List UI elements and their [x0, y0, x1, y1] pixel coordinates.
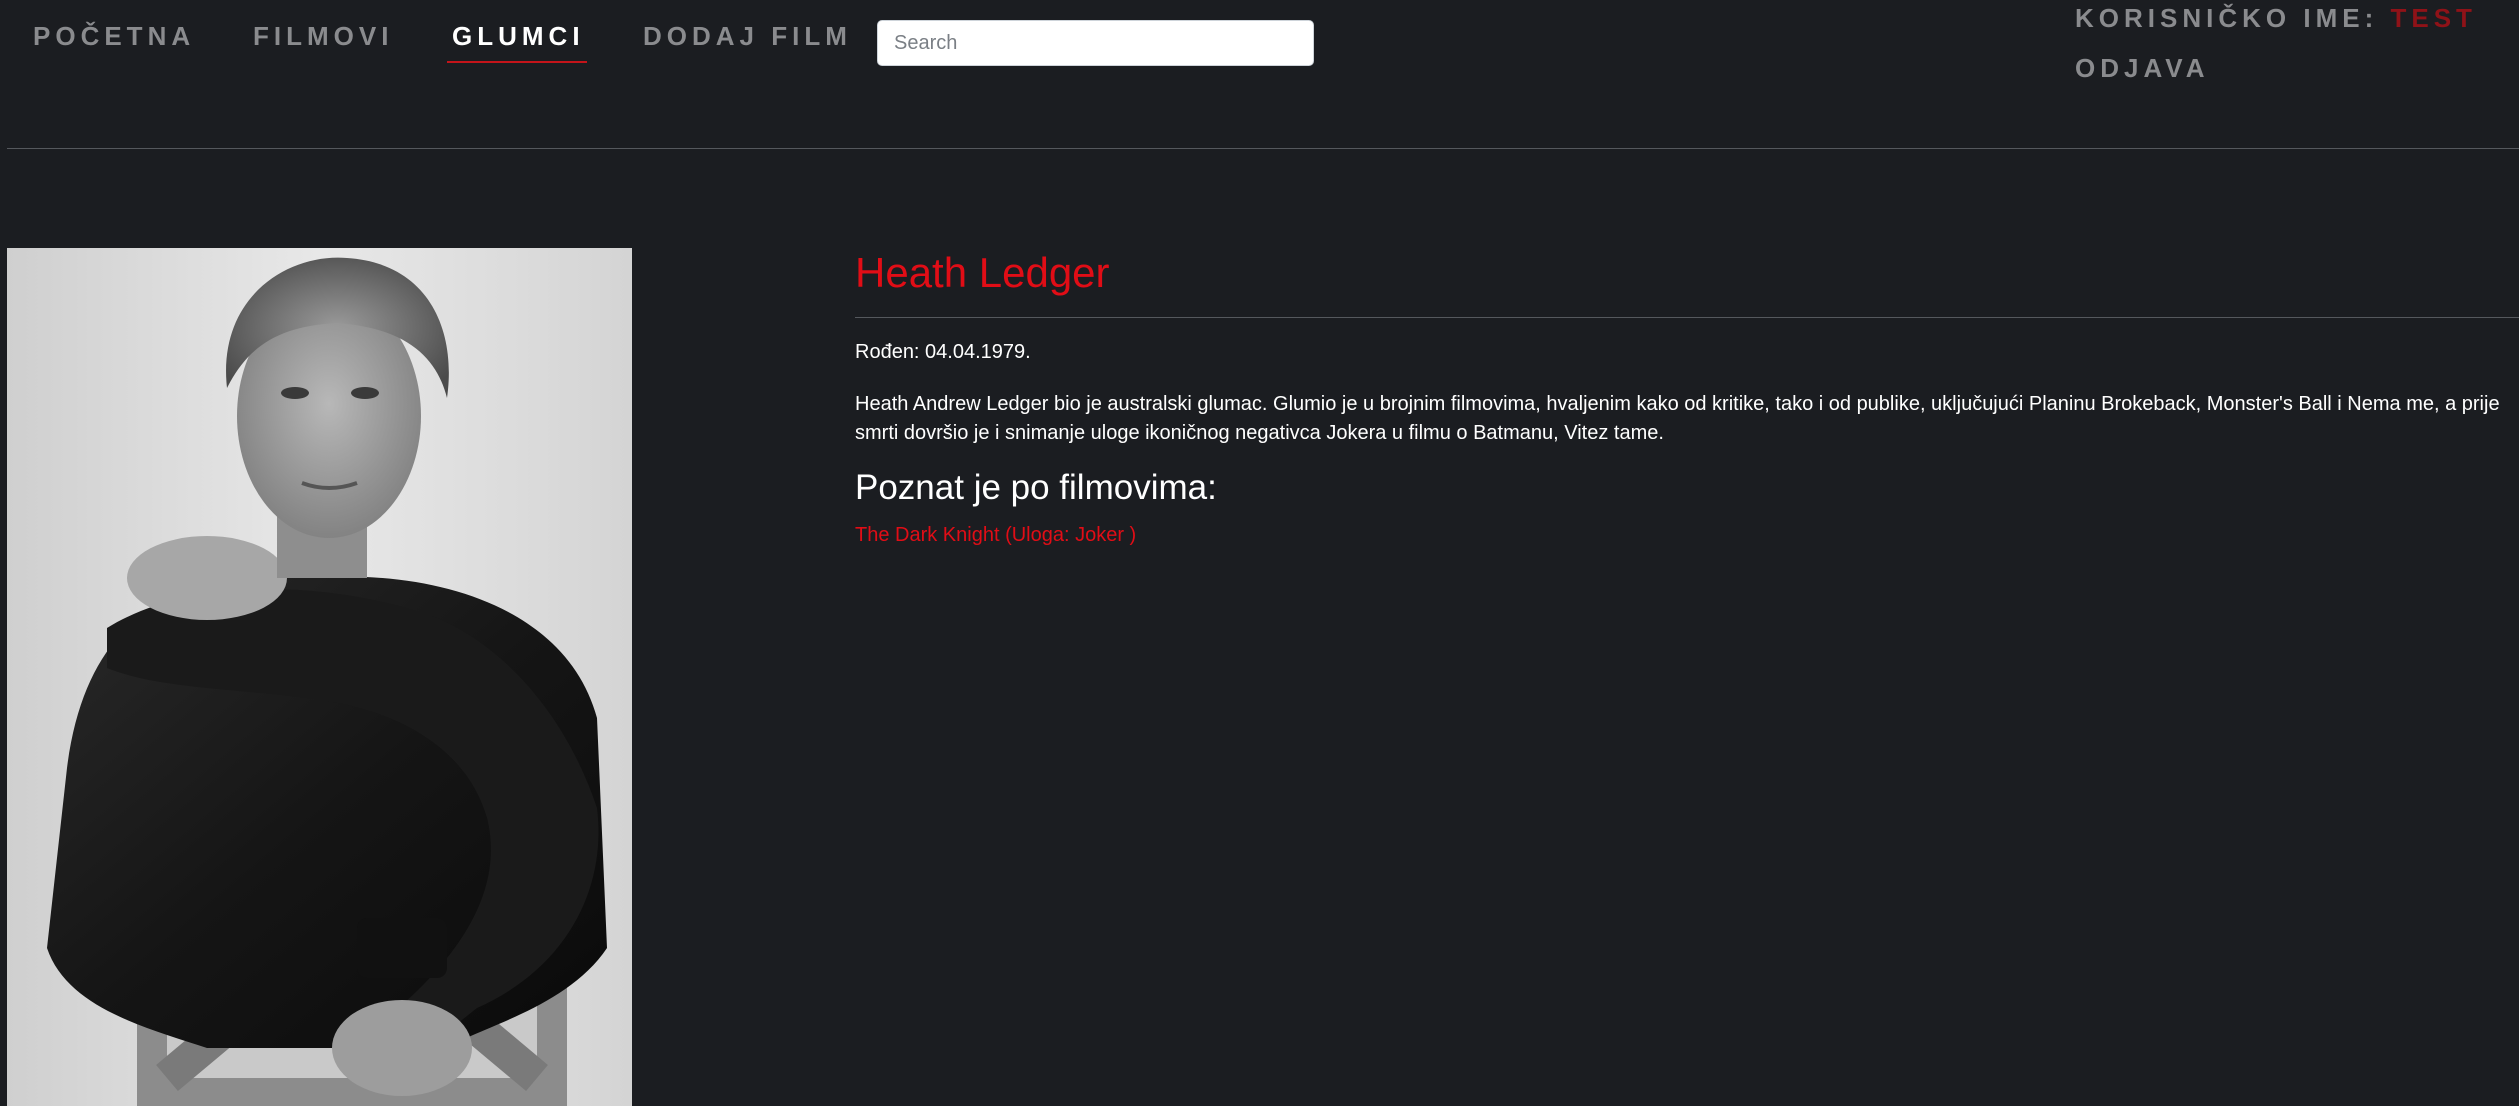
nav-home-link[interactable]: POČETNA	[33, 20, 195, 52]
username-label: KORISNIČKO IME:	[2075, 3, 2379, 33]
film-link[interactable]: The Dark Knight (Uloga: Joker )	[855, 522, 1136, 548]
birth-date: Rođen: 04.04.1979.	[855, 341, 1031, 363]
username-value: TEST	[2390, 3, 2477, 33]
actor-bio: Heath Andrew Ledger bio je australski gl…	[855, 393, 2500, 444]
known-for-heading: Poznat je po filmovima:	[855, 468, 1217, 507]
header-divider	[7, 148, 2519, 149]
search-input[interactable]	[877, 20, 1314, 66]
actor-detail-page: POČETNA FILMOVI GLUMCI DODAJ FILM KORISN…	[0, 0, 2519, 1106]
logout-link[interactable]: ODJAVA	[2075, 52, 2210, 84]
nav-films-link[interactable]: FILMOVI	[253, 20, 393, 52]
active-nav-underline	[447, 61, 587, 63]
user-info: KORISNIČKO IME: TEST	[2075, 2, 2477, 34]
actor-name: Heath Ledger	[855, 249, 1110, 296]
actor-photo	[7, 248, 632, 1106]
name-divider	[855, 317, 2519, 318]
nav-add-film-link[interactable]: DODAJ FILM	[643, 20, 852, 52]
nav-actors-link[interactable]: GLUMCI	[452, 20, 585, 52]
